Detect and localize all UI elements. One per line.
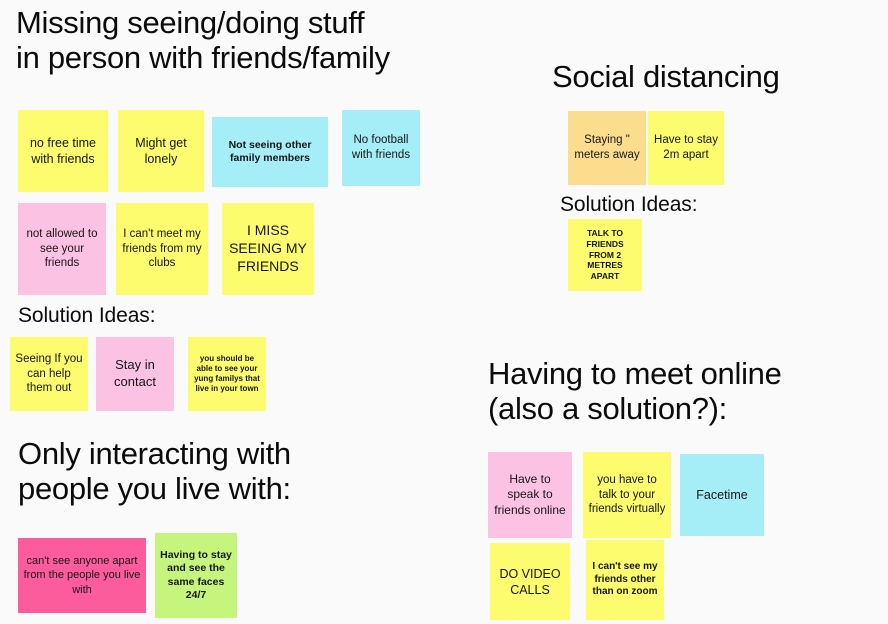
sticky-note[interactable]: Facetime	[680, 454, 764, 536]
section-title-only-interacting: Only interacting with people you live wi…	[18, 436, 291, 506]
sticky-note-text: you should be able to see your yung fami…	[194, 353, 260, 394]
sticky-note[interactable]: TALK TO FRIENDS FROM 2 METRES APART	[568, 219, 642, 291]
sticky-note-text: you have to talk to your friends virtual…	[588, 473, 666, 516]
sticky-note-text: Stay in contact	[114, 357, 156, 389]
sticky-note-text: I can't see my friends other than on zoo…	[592, 560, 658, 598]
sticky-note[interactable]: Seeing If you can help them out	[10, 337, 88, 411]
sticky-note-text: no free time with friends	[29, 136, 96, 166]
sticky-note-text: I MISS SEEING MY FRIENDS	[229, 222, 307, 274]
sticky-note[interactable]: Have to stay 2m apart	[648, 111, 724, 185]
sticky-note-board: Missing seeing/doing stuff in person wit…	[0, 0, 888, 624]
sticky-note-text: can't see anyone apart from the people y…	[23, 555, 141, 596]
sticky-note[interactable]: No football with friends	[342, 110, 420, 186]
sticky-note-text: Staying " meters away	[574, 134, 640, 161]
sticky-note[interactable]: Might get lonely	[118, 110, 204, 192]
sticky-note-text: Have to speak to friends online	[494, 471, 566, 517]
sticky-note[interactable]: Having to stay and see the same faces 24…	[155, 533, 237, 618]
sticky-note[interactable]: Stay in contact	[96, 337, 174, 411]
solution-ideas-label-social-distancing: Solution Ideas:	[560, 193, 698, 216]
sticky-note[interactable]: Have to speak to friends online	[488, 452, 572, 538]
sticky-note-text: DO VIDEO CALLS	[499, 566, 561, 597]
sticky-note-text: TALK TO FRIENDS FROM 2 METRES APART	[586, 227, 624, 282]
sticky-note-text: Having to stay and see the same faces 24…	[160, 548, 232, 601]
sticky-note-text: Have to stay 2m apart	[654, 134, 718, 161]
sticky-note-text: Seeing If you can help them out	[15, 352, 83, 395]
sticky-note[interactable]: Staying " meters away	[568, 111, 646, 185]
sticky-note-text: I can't meet my friends from my clubs	[122, 227, 202, 270]
sticky-note[interactable]: I MISS SEEING MY FRIENDS	[222, 203, 314, 295]
sticky-note[interactable]: you have to talk to your friends virtual…	[583, 452, 671, 538]
sticky-note-text: Not seeing other family members	[228, 138, 312, 164]
sticky-note-text: Might get lonely	[135, 136, 187, 166]
solution-ideas-label-missing-seeing-doing: Solution Ideas:	[18, 304, 156, 327]
sticky-note[interactable]: not allowed to see your friends	[18, 203, 106, 295]
sticky-note-text: Facetime	[696, 488, 748, 502]
sticky-note[interactable]: you should be able to see your yung fami…	[188, 337, 266, 411]
sticky-note-text: not allowed to see your friends	[26, 227, 98, 270]
sticky-note[interactable]: DO VIDEO CALLS	[490, 543, 570, 620]
sticky-note[interactable]: can't see anyone apart from the people y…	[18, 538, 146, 613]
sticky-note[interactable]: I can't see my friends other than on zoo…	[586, 540, 664, 620]
sticky-note-text: No football with friends	[351, 134, 411, 161]
sticky-note[interactable]: I can't meet my friends from my clubs	[116, 203, 208, 295]
section-title-having-to-meet-online: Having to meet online (also a solution?)…	[488, 356, 782, 426]
sticky-note[interactable]: no free time with friends	[18, 110, 108, 192]
sticky-note[interactable]: Not seeing other family members	[212, 117, 328, 187]
section-title-social-distancing: Social distancing	[552, 59, 780, 94]
section-title-missing-seeing-doing: Missing seeing/doing stuff in person wit…	[16, 5, 390, 75]
